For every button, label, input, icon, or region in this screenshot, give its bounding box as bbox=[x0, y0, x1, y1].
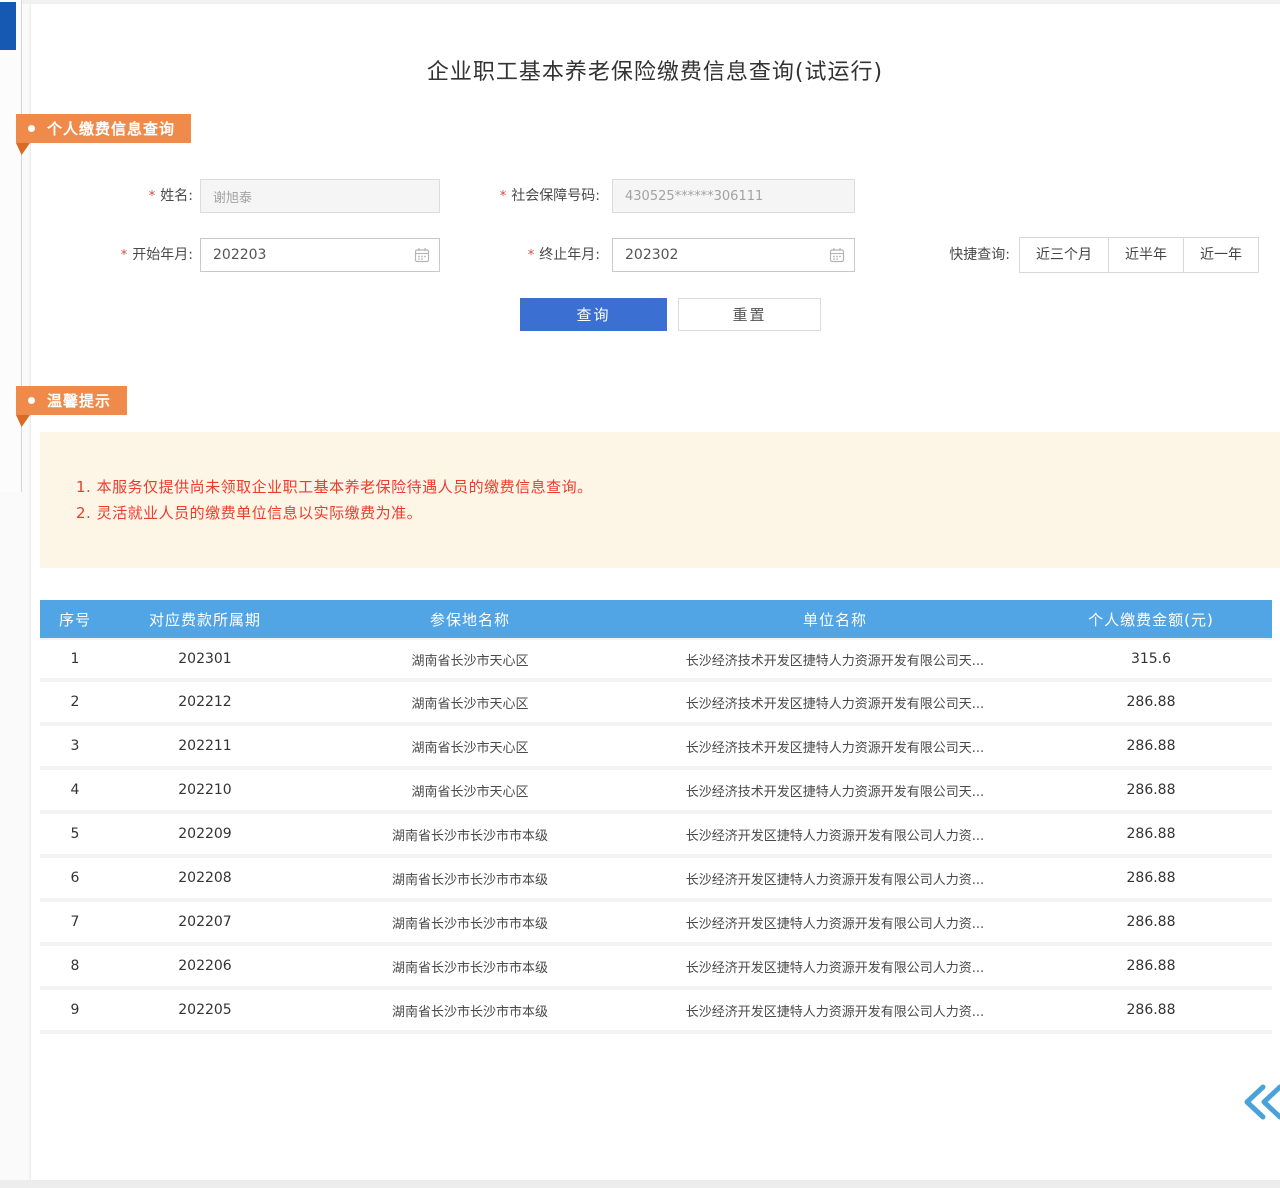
table-cell: 286.88 bbox=[1030, 694, 1272, 710]
bullet-icon bbox=[28, 125, 35, 132]
section-badge-query: 个人缴费信息查询 bbox=[16, 114, 191, 143]
table-cell: 286.88 bbox=[1030, 958, 1272, 974]
table-cell: 长沙经济技术开发区捷特人力资源开发有限公司天... bbox=[640, 737, 1030, 756]
results-table-header: 序号 对应费款所属期 参保地名称 单位名称 个人缴费金额(元) bbox=[40, 600, 1272, 638]
table-cell: 2 bbox=[40, 694, 110, 710]
table-cell: 长沙经济开发区捷特人力资源开发有限公司人力资... bbox=[640, 913, 1030, 932]
table-cell: 202207 bbox=[110, 914, 300, 930]
section-badge-tips: 温馨提示 bbox=[16, 386, 127, 415]
start-month-label: *开始年月: bbox=[85, 238, 193, 272]
table-cell: 286.88 bbox=[1030, 1002, 1272, 1018]
end-month-input[interactable] bbox=[612, 238, 855, 272]
table-cell: 202301 bbox=[110, 651, 300, 667]
table-cell: 6 bbox=[40, 870, 110, 886]
table-cell: 286.88 bbox=[1030, 870, 1272, 886]
table-row: 7202207湖南省长沙市长沙市市本级长沙经济开发区捷特人力资源开发有限公司人力… bbox=[40, 902, 1272, 946]
table-cell: 4 bbox=[40, 782, 110, 798]
table-cell: 286.88 bbox=[1030, 826, 1272, 842]
table-cell: 315.6 bbox=[1030, 651, 1272, 667]
table-cell: 长沙经济开发区捷特人力资源开发有限公司人力资... bbox=[640, 825, 1030, 844]
table-cell: 202206 bbox=[110, 958, 300, 974]
tips-box: 1. 本服务仅提供尚未领取企业职工基本养老保险待遇人员的缴费信息查询。 2. 灵… bbox=[40, 432, 1280, 568]
quick-query-group: 近三个月 近半年 近一年 bbox=[1020, 237, 1259, 273]
table-cell: 湖南省长沙市长沙市市本级 bbox=[300, 1001, 640, 1020]
quick-option-1year[interactable]: 近一年 bbox=[1183, 237, 1259, 273]
table-cell: 202210 bbox=[110, 782, 300, 798]
table-cell: 湖南省长沙市长沙市市本级 bbox=[300, 825, 640, 844]
tip-line-1: 1. 本服务仅提供尚未领取企业职工基本养老保险待遇人员的缴费信息查询。 bbox=[76, 474, 1250, 500]
column-header-index: 序号 bbox=[40, 609, 110, 630]
table-cell: 9 bbox=[40, 1002, 110, 1018]
table-cell: 202209 bbox=[110, 826, 300, 842]
table-cell: 湖南省长沙市长沙市市本级 bbox=[300, 869, 640, 888]
table-row: 4202210湖南省长沙市天心区长沙经济技术开发区捷特人力资源开发有限公司天..… bbox=[40, 770, 1272, 814]
table-cell: 长沙经济开发区捷特人力资源开发有限公司人力资... bbox=[640, 957, 1030, 976]
table-cell: 长沙经济技术开发区捷特人力资源开发有限公司天... bbox=[640, 693, 1030, 712]
table-cell: 202211 bbox=[110, 738, 300, 754]
brand-blue-tab bbox=[0, 2, 16, 50]
section-badge-query-label: 个人缴费信息查询 bbox=[47, 118, 175, 139]
table-cell: 湖南省长沙市天心区 bbox=[300, 737, 640, 756]
results-table-body: 1202301湖南省长沙市天心区长沙经济技术开发区捷特人力资源开发有限公司天..… bbox=[40, 638, 1272, 1034]
required-asterisk: * bbox=[121, 248, 128, 263]
start-month-input[interactable] bbox=[200, 238, 440, 272]
double-left-chevron-icon[interactable] bbox=[1238, 1082, 1280, 1122]
reset-button[interactable]: 重置 bbox=[678, 298, 821, 331]
table-cell: 长沙经济开发区捷特人力资源开发有限公司人力资... bbox=[640, 1001, 1030, 1020]
ssn-input[interactable] bbox=[612, 179, 855, 213]
table-cell: 湖南省长沙市长沙市市本级 bbox=[300, 957, 640, 976]
results-table: 序号 对应费款所属期 参保地名称 单位名称 个人缴费金额(元) 1202301湖… bbox=[40, 600, 1272, 1034]
table-cell: 湖南省长沙市天心区 bbox=[300, 650, 640, 669]
tip-line-2: 2. 灵活就业人员的缴费单位信息以实际缴费为准。 bbox=[76, 500, 1250, 526]
end-month-label: *终止年月: bbox=[492, 238, 600, 272]
table-cell: 286.88 bbox=[1030, 914, 1272, 930]
table-cell: 286.88 bbox=[1030, 782, 1272, 798]
table-cell: 长沙经济技术开发区捷特人力资源开发有限公司天... bbox=[640, 650, 1030, 669]
table-cell: 202205 bbox=[110, 1002, 300, 1018]
table-cell: 202208 bbox=[110, 870, 300, 886]
required-asterisk: * bbox=[528, 248, 535, 263]
section-badge-tips-label: 温馨提示 bbox=[47, 390, 111, 411]
column-header-amount: 个人缴费金额(元) bbox=[1030, 609, 1272, 630]
page-title: 企业职工基本养老保险缴费信息查询(试运行) bbox=[30, 54, 1280, 86]
calendar-icon[interactable] bbox=[414, 247, 430, 263]
quick-query-label: 快捷查询: bbox=[928, 238, 1010, 272]
table-row: 9202205湖南省长沙市长沙市市本级长沙经济开发区捷特人力资源开发有限公司人力… bbox=[40, 990, 1272, 1034]
table-row: 1202301湖南省长沙市天心区长沙经济技术开发区捷特人力资源开发有限公司天..… bbox=[40, 638, 1272, 682]
table-cell: 286.88 bbox=[1030, 738, 1272, 754]
table-cell: 长沙经济技术开发区捷特人力资源开发有限公司天... bbox=[640, 781, 1030, 800]
ssn-label: *社会保障号码: bbox=[455, 179, 600, 213]
table-row: 5202209湖南省长沙市长沙市市本级长沙经济开发区捷特人力资源开发有限公司人力… bbox=[40, 814, 1272, 858]
page-canvas: 企业职工基本养老保险缴费信息查询(试运行) 个人缴费信息查询 *姓名: *社会保… bbox=[0, 0, 1280, 1188]
table-cell: 1 bbox=[40, 651, 110, 667]
table-cell: 7 bbox=[40, 914, 110, 930]
table-cell: 5 bbox=[40, 826, 110, 842]
query-button[interactable]: 查询 bbox=[520, 298, 667, 331]
table-cell: 湖南省长沙市天心区 bbox=[300, 693, 640, 712]
required-asterisk: * bbox=[500, 189, 507, 204]
table-row: 6202208湖南省长沙市长沙市市本级长沙经济开发区捷特人力资源开发有限公司人力… bbox=[40, 858, 1272, 902]
table-row: 2202212湖南省长沙市天心区长沙经济技术开发区捷特人力资源开发有限公司天..… bbox=[40, 682, 1272, 726]
table-row: 3202211湖南省长沙市天心区长沙经济技术开发区捷特人力资源开发有限公司天..… bbox=[40, 726, 1272, 770]
quick-option-3months[interactable]: 近三个月 bbox=[1019, 237, 1109, 273]
name-input[interactable] bbox=[200, 179, 440, 213]
table-cell: 湖南省长沙市长沙市市本级 bbox=[300, 913, 640, 932]
column-header-company: 单位名称 bbox=[640, 609, 1030, 630]
table-cell: 8 bbox=[40, 958, 110, 974]
quick-option-halfyear[interactable]: 近半年 bbox=[1108, 237, 1184, 273]
table-cell: 湖南省长沙市天心区 bbox=[300, 781, 640, 800]
table-row: 8202206湖南省长沙市长沙市市本级长沙经济开发区捷特人力资源开发有限公司人力… bbox=[40, 946, 1272, 990]
name-label: *姓名: bbox=[100, 179, 193, 213]
table-cell: 长沙经济开发区捷特人力资源开发有限公司人力资... bbox=[640, 869, 1030, 888]
required-asterisk: * bbox=[149, 189, 156, 204]
bottom-edge-strip bbox=[0, 1180, 1280, 1188]
calendar-icon[interactable] bbox=[829, 247, 845, 263]
table-cell: 202212 bbox=[110, 694, 300, 710]
bullet-icon bbox=[28, 397, 35, 404]
column-header-period: 对应费款所属期 bbox=[110, 609, 300, 630]
table-cell: 3 bbox=[40, 738, 110, 754]
column-header-region: 参保地名称 bbox=[300, 609, 640, 630]
